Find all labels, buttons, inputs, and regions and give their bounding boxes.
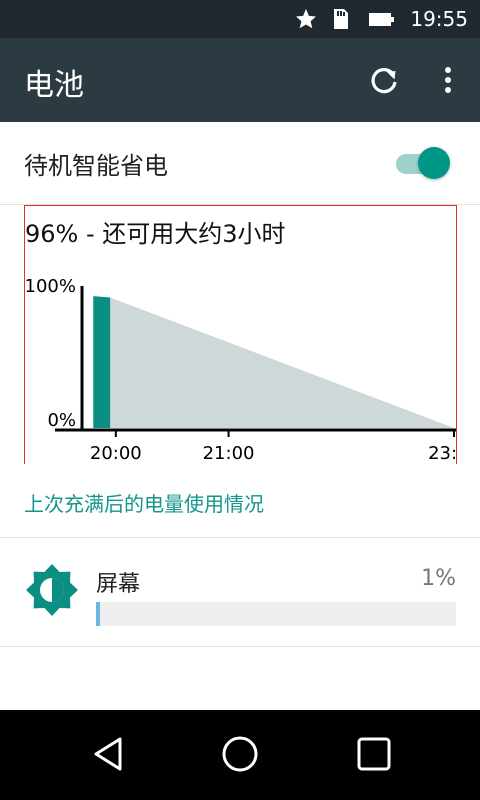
- more-vert-icon: [445, 67, 451, 93]
- usage-bar-track: [96, 602, 456, 626]
- battery-chart: 96% - 还可用大约3小时 100%0%20:0021:0023:00: [24, 205, 457, 464]
- x-tick-label: 20:00: [90, 443, 142, 464]
- status-time: 19:55: [410, 7, 468, 31]
- recents-icon: [357, 737, 391, 771]
- usage-item-screen[interactable]: 屏幕 1%: [0, 540, 480, 646]
- more-options-button[interactable]: [430, 62, 466, 98]
- usage-since-full-link[interactable]: 上次充满后的电量使用情况: [24, 488, 264, 517]
- status-bar: 19:55: [0, 0, 480, 38]
- usage-item-name: 屏幕: [96, 572, 141, 597]
- app-bar: 电池: [0, 38, 480, 122]
- recents-button[interactable]: [354, 734, 394, 774]
- sd-card-icon: [328, 7, 352, 35]
- usage-item-percent: 1%: [421, 566, 456, 591]
- battery-history-area: [93, 296, 111, 428]
- battery-projection-area: [110, 297, 454, 428]
- x-tick-label: 21:00: [203, 443, 255, 464]
- smart-saver-label: 待机智能省电: [24, 152, 168, 180]
- refresh-icon: [371, 68, 397, 94]
- switch-thumb: [418, 147, 450, 179]
- navigation-bar: [0, 710, 480, 800]
- divider: [0, 646, 480, 647]
- x-tick-label: 23:00: [428, 443, 456, 464]
- smart-saver-switch[interactable]: [396, 146, 452, 180]
- y-tick-label: 0%: [47, 410, 76, 431]
- y-tick-label: 100%: [25, 276, 76, 297]
- usage-bar-fill: [96, 602, 100, 626]
- home-icon: [222, 736, 258, 772]
- battery-icon: [368, 7, 396, 35]
- page-title: 电池: [24, 68, 84, 103]
- star-icon: [294, 7, 318, 35]
- back-button[interactable]: [88, 734, 128, 774]
- divider: [0, 537, 480, 538]
- refresh-button[interactable]: [366, 62, 402, 98]
- brightness-icon: [24, 562, 80, 618]
- back-icon: [94, 737, 122, 771]
- battery-chart-plot: 100% 0% 20:00 21:00 23:00: [25, 276, 456, 464]
- home-button[interactable]: [220, 734, 260, 774]
